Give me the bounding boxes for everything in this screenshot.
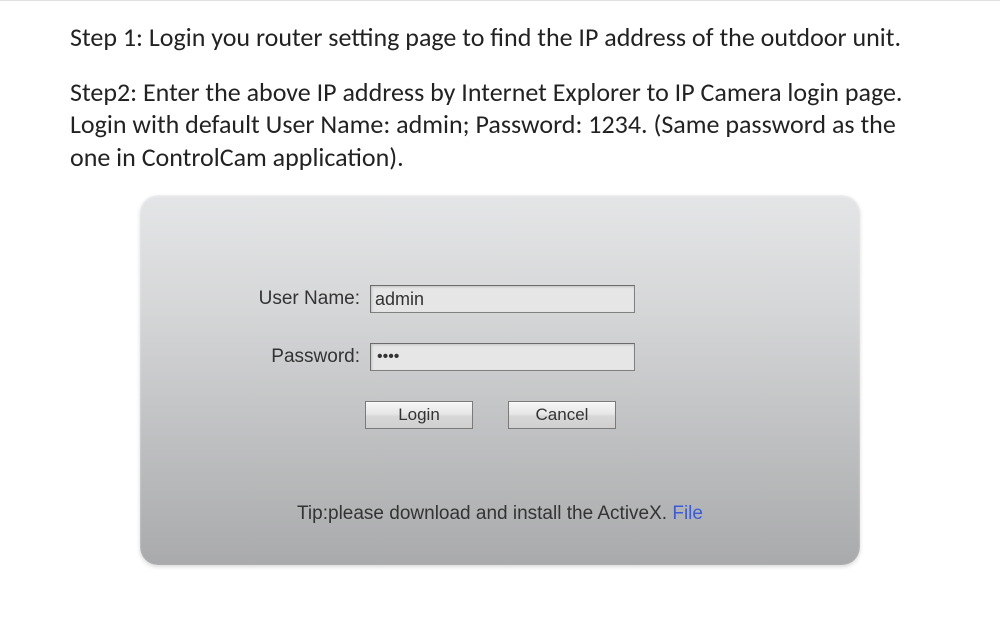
file-link[interactable]: File [672, 503, 703, 524]
username-row: User Name: [140, 285, 860, 313]
password-label: Password: [210, 346, 370, 368]
document-body: Step 1: Login you router setting page to… [0, 1, 1000, 565]
tip-row: Tip:please download and install the Acti… [140, 503, 860, 525]
username-label: User Name: [210, 288, 370, 310]
login-button[interactable]: Login [365, 401, 473, 429]
tip-text: Tip:please download and install the Acti… [297, 503, 672, 524]
cancel-button[interactable]: Cancel [508, 401, 616, 429]
button-row: Login Cancel [140, 401, 860, 429]
password-row: Password: [140, 343, 860, 371]
step1-text: Step 1: Login you router setting page to… [70, 21, 930, 54]
login-panel: User Name: Password: Login Cancel Tip:pl… [140, 195, 860, 565]
step2-text: Step2: Enter the above IP address by Int… [70, 76, 930, 174]
password-input[interactable] [370, 343, 635, 371]
username-input[interactable] [370, 285, 635, 313]
